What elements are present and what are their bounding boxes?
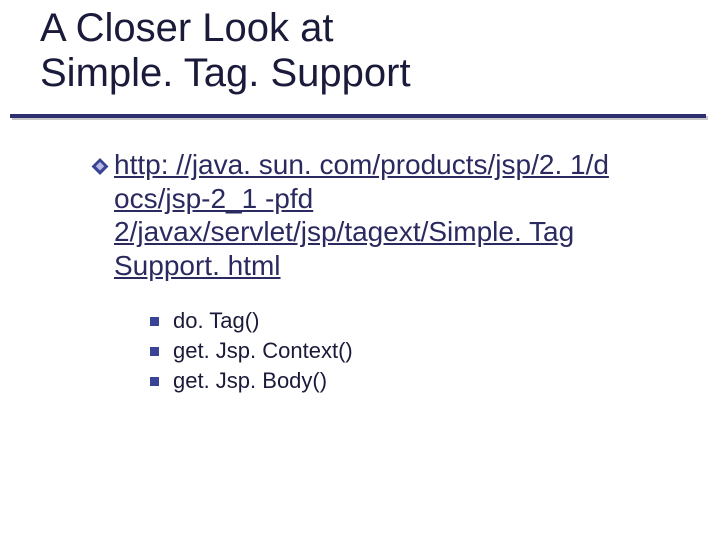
square-bullet-icon	[150, 347, 159, 356]
slide-title: A Closer Look at Simple. Tag. Support	[40, 6, 411, 96]
title-line-2: Simple. Tag. Support	[40, 51, 411, 95]
method-label: get. Jsp. Context()	[173, 338, 353, 364]
documentation-link[interactable]: http: //java. sun. com/products/jsp/2. 1…	[114, 148, 672, 282]
method-list: do. Tag() get. Jsp. Context() get. Jsp. …	[150, 308, 672, 394]
diamond-bullet-icon	[92, 158, 108, 174]
title-divider	[10, 114, 706, 118]
method-label: do. Tag()	[173, 308, 259, 334]
title-line-1: A Closer Look at	[40, 6, 334, 50]
slide-body: http: //java. sun. com/products/jsp/2. 1…	[92, 148, 672, 398]
method-label: get. Jsp. Body()	[173, 368, 327, 394]
square-bullet-icon	[150, 377, 159, 386]
list-item: do. Tag()	[150, 308, 672, 334]
bullet-row-link: http: //java. sun. com/products/jsp/2. 1…	[92, 148, 672, 282]
list-item: get. Jsp. Context()	[150, 338, 672, 364]
square-bullet-icon	[150, 317, 159, 326]
slide: A Closer Look at Simple. Tag. Support ht…	[0, 0, 720, 540]
list-item: get. Jsp. Body()	[150, 368, 672, 394]
